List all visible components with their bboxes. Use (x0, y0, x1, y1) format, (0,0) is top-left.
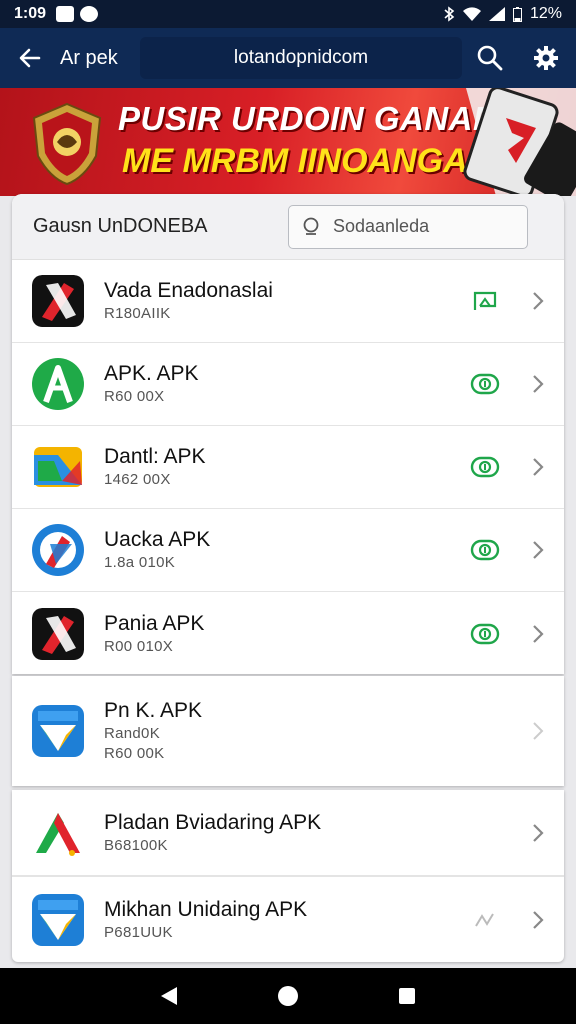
red-x-app-icon (32, 607, 84, 660)
app-size: R180AIIK (104, 305, 171, 322)
search-input[interactable]: Sodaanleda (288, 204, 528, 249)
banner-subheadline: ME MRBM IINOANGA! (122, 142, 479, 180)
gear-icon (534, 46, 558, 70)
green-download-icon (470, 623, 500, 644)
status-bar: 1:09 12% (0, 0, 576, 28)
search-icon (303, 217, 319, 235)
app-name: Pladan Bviadaring APK (104, 810, 322, 834)
search-placeholder: Sodaanleda (333, 216, 430, 236)
app-size: 1.8a 010K (104, 554, 176, 571)
app-name: Dantl: APK (104, 445, 206, 468)
section-title: Gausn UnDONEBA (33, 215, 208, 237)
more-apps-card: Pladan Bviadaring APK B68100K Mikhan Uni… (12, 790, 564, 962)
app-name: APK. APK (104, 362, 199, 385)
app-title: Ar pek (60, 46, 118, 69)
wifi-icon (462, 7, 481, 21)
grey-signal-icon (475, 912, 494, 927)
app-name: Pania APK (104, 611, 205, 635)
chevron-right-icon (528, 823, 548, 843)
phone-decoration-icon (463, 88, 576, 196)
chevron-right-icon (528, 457, 548, 477)
app-size: P681UUK (104, 923, 173, 941)
notification-icon-2 (80, 6, 99, 22)
app-name: Pn K. APK (104, 699, 203, 722)
app-version: Rand0K (104, 725, 161, 742)
card-header: Gausn UnDONEBA Sodaanleda (12, 194, 564, 260)
list-item[interactable]: APK. APK R60 00X (12, 343, 564, 426)
battery-icon (512, 6, 522, 22)
list-item[interactable]: Pladan Bviadaring APK B68100K (12, 790, 564, 876)
list-item[interactable]: Dantl: APK 1462 00X (12, 426, 564, 509)
chevron-right-icon (528, 624, 548, 644)
signal-icon (488, 7, 505, 21)
chevron-right-icon (528, 721, 548, 741)
status-time: 1:09 (14, 5, 47, 22)
back-triangle-icon[interactable] (159, 985, 179, 1007)
app-size: B68100K (104, 836, 168, 854)
search-icon (477, 45, 503, 71)
download-button[interactable] (470, 369, 500, 399)
chevron-right-icon (528, 374, 548, 394)
home-circle-icon[interactable] (277, 985, 299, 1007)
list-item[interactable]: Mikhan Unidaing APK P681UUK (12, 876, 564, 962)
arrow-left-icon (19, 48, 41, 68)
green-download-icon (470, 539, 500, 561)
green-download-icon (470, 456, 500, 478)
list-item[interactable]: Pania APK R00 010X (12, 592, 564, 674)
signal-button[interactable] (470, 905, 500, 935)
list-item[interactable]: Vada Enadonaslai R180AIIK (12, 260, 564, 343)
app-size: R60 00K (104, 745, 165, 762)
app-name: Mikhan Unidaing APK (104, 897, 308, 921)
url-field[interactable]: lotandopnidcom (140, 37, 462, 79)
chevron-right-icon (528, 540, 548, 560)
featured-app-card: Pn K. APK Rand0K R60 00K (12, 676, 564, 786)
app-bar: Ar pek lotandopnidcom (0, 28, 576, 88)
folder-drive-app-icon (34, 447, 82, 487)
green-download-icon (470, 373, 500, 395)
search-button[interactable] (462, 28, 518, 88)
promo-banner[interactable]: PUSIR URDOIN GANAN ME MRBM IINOANGA! (0, 88, 576, 196)
download-button[interactable] (470, 535, 500, 565)
back-button[interactable] (0, 28, 60, 88)
chevron-right-icon (528, 291, 548, 311)
green-red-a-app-icon (36, 812, 80, 856)
app-size: 1462 00X (104, 471, 171, 488)
app-name: Uacka APK (104, 528, 211, 551)
blue-compass-app-icon (32, 524, 84, 576)
download-button[interactable] (470, 619, 500, 649)
play-store-app-icon (32, 893, 84, 946)
settings-button[interactable] (518, 28, 574, 88)
play-store-app-icon (32, 705, 84, 757)
recents-square-icon[interactable] (397, 986, 417, 1006)
list-item[interactable]: Uacka APK 1.8a 010K (12, 509, 564, 592)
flag-button[interactable] (470, 286, 500, 316)
green-a-app-icon (32, 358, 84, 410)
app-name: Vada Enadonaslai (104, 279, 273, 302)
green-flag-icon (473, 291, 497, 310)
garuda-emblem-icon (32, 102, 102, 186)
app-list-card: Gausn UnDONEBA Sodaanleda Vada Enadonasl… (12, 194, 564, 674)
battery-percent: 12% (529, 5, 562, 22)
download-button[interactable] (470, 452, 500, 482)
bluetooth-icon (444, 6, 455, 22)
red-x-app-icon (32, 275, 84, 327)
app-size: R60 00X (104, 388, 165, 405)
list-item[interactable]: Pn K. APK Rand0K R60 00K (12, 676, 564, 786)
notification-icon (56, 6, 75, 22)
chevron-right-icon (528, 910, 548, 930)
system-nav-bar (0, 968, 576, 1024)
app-size: R00 010X (104, 637, 174, 655)
